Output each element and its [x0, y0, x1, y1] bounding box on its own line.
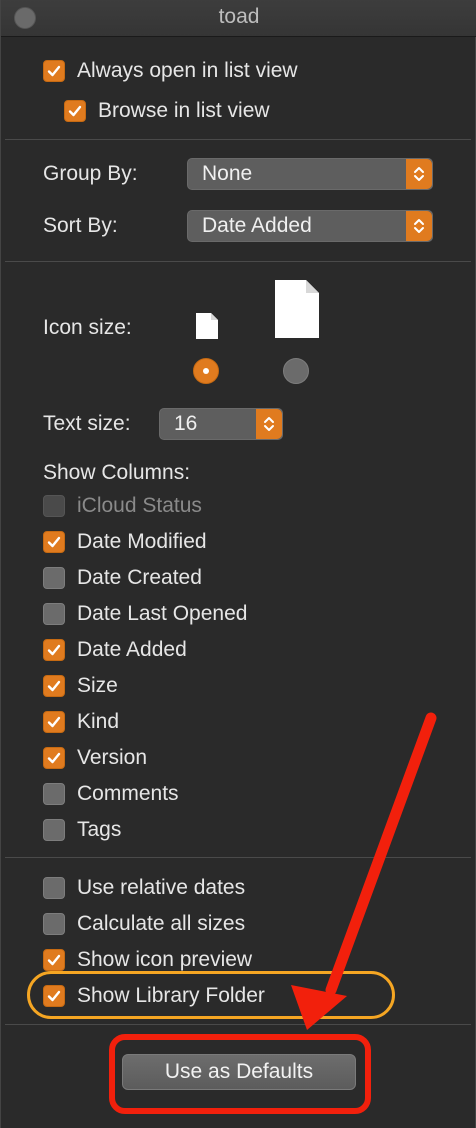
view-options-window: toad Always open in list view Browse in …	[0, 0, 476, 1128]
annotation-arrow-icon	[291, 712, 437, 1030]
